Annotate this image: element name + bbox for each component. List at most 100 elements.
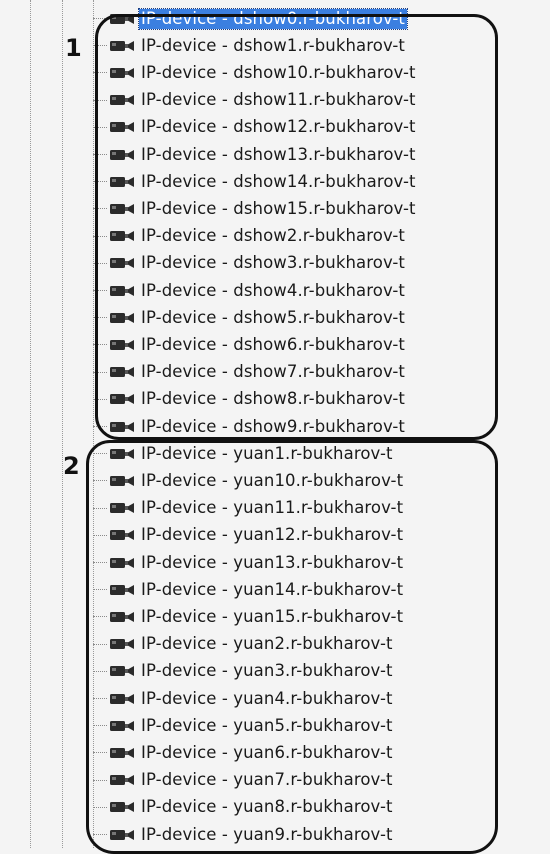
camera-icon: [109, 66, 135, 80]
tree-connector: [93, 834, 107, 835]
camera-icon: [109, 583, 135, 597]
tree-item[interactable]: IP-device - dshow2.r-bukharov-t: [93, 223, 405, 250]
tree-item-label: IP-device - dshow12.r-bukharov-t: [141, 117, 416, 137]
tree-item[interactable]: IP-device - yuan8.r-bukharov-t: [93, 794, 392, 821]
tree-item-label: IP-device - dshow0.r-bukharov-t: [137, 7, 409, 30]
tree-item-label: IP-device - yuan11.r-bukharov-t: [141, 498, 404, 518]
camera-icon: [109, 746, 135, 760]
camera-icon: [109, 773, 135, 787]
tree-connector: [93, 616, 107, 618]
tree-connector: [93, 507, 107, 509]
camera-icon: [109, 120, 135, 134]
tree-item-label: IP-device - dshow8.r-bukharov-t: [141, 389, 406, 409]
tree-item[interactable]: IP-device - yuan1.r-bukharov-t: [93, 440, 392, 467]
tree-connector: [93, 562, 107, 563]
camera-icon: [109, 39, 135, 53]
tree-item[interactable]: IP-device - dshow15.r-bukharov-t: [93, 195, 416, 222]
tree-connector: [93, 806, 107, 808]
camera-icon: [109, 692, 135, 706]
group-2-number: 2: [63, 452, 80, 480]
tree-item[interactable]: IP-device - dshow3.r-bukharov-t: [93, 250, 405, 277]
tree-item[interactable]: IP-device - dshow0.r-bukharov-t: [93, 5, 409, 32]
camera-icon: [109, 284, 135, 298]
tree-connector: [93, 45, 107, 47]
tree-item-label: IP-device - yuan6.r-bukharov-t: [141, 742, 393, 762]
camera-icon: [109, 338, 135, 352]
tree-connector: [93, 589, 107, 591]
tree-item-label: IP-device - yuan3.r-bukharov-t: [141, 661, 393, 681]
tree-connector: [93, 344, 107, 346]
tree-connector: [93, 18, 107, 19]
tree-item[interactable]: IP-device - dshow5.r-bukharov-t: [93, 304, 405, 331]
tree-item-label: IP-device - yuan15.r-bukharov-t: [141, 606, 404, 626]
tree-connector: [93, 208, 107, 210]
camera-icon: [109, 93, 135, 107]
tree-connector: [93, 317, 107, 319]
camera-icon: [109, 392, 135, 406]
tree-connector: [93, 426, 107, 427]
tree-connector: [93, 235, 107, 237]
tree-item-label: IP-device - dshow11.r-bukharov-t: [141, 90, 416, 110]
tree-connector: [93, 262, 107, 264]
camera-icon: [109, 202, 135, 216]
tree-item[interactable]: IP-device - dshow7.r-bukharov-t: [93, 359, 405, 386]
tree-item[interactable]: IP-device - dshow10.r-bukharov-t: [93, 59, 416, 86]
tree-item-label: IP-device - yuan1.r-bukharov-t: [141, 443, 393, 463]
tree-item[interactable]: IP-device - yuan4.r-bukharov-t: [93, 685, 392, 712]
tree-item-label: IP-device - dshow2.r-bukharov-t: [141, 226, 406, 246]
tree-item-label: IP-device - dshow4.r-bukharov-t: [141, 280, 406, 300]
tree-item[interactable]: IP-device - dshow9.r-bukharov-t: [93, 413, 405, 440]
tree-item[interactable]: IP-device - yuan5.r-bukharov-t: [93, 712, 392, 739]
camera-icon: [109, 148, 135, 162]
tree-item[interactable]: IP-device - yuan7.r-bukharov-t: [93, 767, 392, 794]
tree-item[interactable]: IP-device - yuan12.r-bukharov-t: [93, 522, 403, 549]
tree-item[interactable]: IP-device - yuan6.r-bukharov-t: [93, 739, 392, 766]
tree-item[interactable]: IP-device - yuan11.r-bukharov-t: [93, 495, 403, 522]
camera-icon: [109, 719, 135, 733]
device-tree: IP-device - dshow0.r-bukharov-t IP-device…: [0, 0, 550, 848]
tree-item[interactable]: IP-device - yuan15.r-bukharov-t: [93, 603, 403, 630]
tree-connector: [93, 99, 107, 101]
group-1-number: 1: [65, 34, 82, 62]
tree-item[interactable]: IP-device - yuan14.r-bukharov-t: [93, 576, 403, 603]
tree-item-label: IP-device - dshow10.r-bukharov-t: [141, 62, 416, 82]
tree-connector: [93, 534, 107, 536]
tree-item[interactable]: IP-device - dshow1.r-bukharov-t: [93, 32, 405, 59]
camera-icon: [109, 420, 135, 434]
tree-item-label: IP-device - yuan7.r-bukharov-t: [141, 770, 393, 790]
tree-connector: [93, 181, 107, 183]
tree-connector: [93, 698, 107, 699]
tree-connector: [93, 643, 107, 645]
camera-icon: [109, 256, 135, 270]
tree-item[interactable]: IP-device - dshow6.r-bukharov-t: [93, 331, 405, 358]
camera-icon: [109, 664, 135, 678]
tree-item[interactable]: IP-device - dshow4.r-bukharov-t: [93, 277, 405, 304]
tree-connector: [93, 453, 107, 455]
tree-item-label: IP-device - dshow5.r-bukharov-t: [141, 307, 406, 327]
tree-item-label: IP-device - dshow6.r-bukharov-t: [141, 334, 406, 354]
tree-item[interactable]: IP-device - yuan9.r-bukharov-t: [93, 821, 392, 848]
tree-item-label: IP-device - yuan12.r-bukharov-t: [141, 525, 404, 545]
tree-connector: [93, 725, 107, 727]
tree-connector: [93, 670, 107, 672]
tree-connector: [93, 480, 107, 482]
tree-item[interactable]: IP-device - yuan2.r-bukharov-t: [93, 631, 392, 658]
tree-item[interactable]: IP-device - dshow11.r-bukharov-t: [93, 87, 416, 114]
tree-item-label: IP-device - dshow9.r-bukharov-t: [141, 416, 406, 436]
tree-item-label: IP-device - dshow13.r-bukharov-t: [141, 144, 416, 164]
tree-item[interactable]: IP-device - dshow8.r-bukharov-t: [93, 386, 405, 413]
tree-item-label: IP-device - yuan9.r-bukharov-t: [141, 824, 393, 844]
tree-item[interactable]: IP-device - yuan3.r-bukharov-t: [93, 658, 392, 685]
tree-item[interactable]: IP-device - yuan13.r-bukharov-t: [93, 549, 403, 576]
tree-item[interactable]: IP-device - yuan10.r-bukharov-t: [93, 467, 403, 494]
tree-item[interactable]: IP-device - dshow14.r-bukharov-t: [93, 168, 416, 195]
tree-item-label: IP-device - yuan2.r-bukharov-t: [141, 634, 393, 654]
tree-item[interactable]: IP-device - dshow12.r-bukharov-t: [93, 114, 416, 141]
camera-icon: [109, 828, 135, 842]
tree-item-label: IP-device - yuan13.r-bukharov-t: [141, 552, 404, 572]
tree-item[interactable]: IP-device - dshow13.r-bukharov-t: [93, 141, 416, 168]
tree-connector: [93, 72, 107, 74]
tree-item-label: IP-device - yuan8.r-bukharov-t: [141, 797, 393, 817]
camera-icon: [109, 447, 135, 461]
tree-item-label: IP-device - yuan14.r-bukharov-t: [141, 579, 404, 599]
